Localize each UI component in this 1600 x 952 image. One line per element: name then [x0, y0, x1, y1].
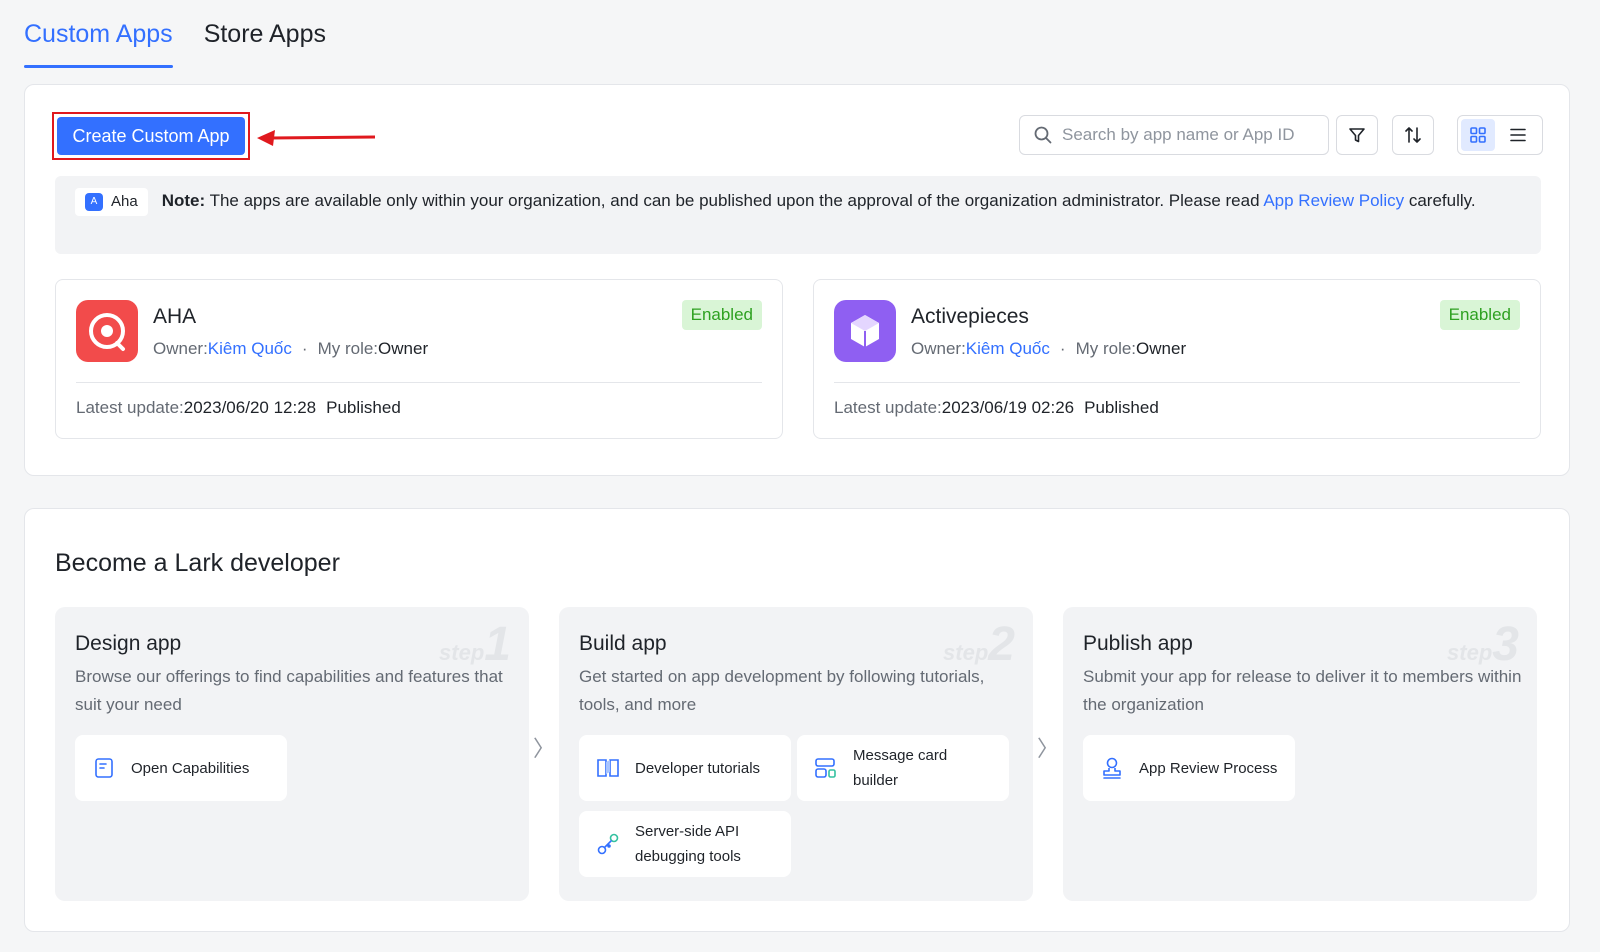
developer-panel: Become a Lark developer Design app step1… — [24, 508, 1570, 932]
create-button-highlight: Create Custom App — [52, 112, 250, 160]
grid-view-button[interactable] — [1461, 119, 1495, 151]
update-value: 2023/06/19 02:26 — [941, 398, 1075, 417]
search-icon — [1034, 126, 1052, 144]
app-footer: Latest update:2023/06/20 12:28 Published — [76, 395, 401, 421]
separator-dot: · — [301, 339, 308, 358]
role-value: Owner — [1136, 339, 1187, 358]
update-label: Latest update: — [76, 398, 184, 417]
tool-label: App Review Process — [1139, 759, 1278, 777]
divider — [76, 382, 762, 383]
tool-developer-tutorials[interactable]: Developer tutorials — [579, 735, 791, 801]
search-input[interactable] — [1062, 125, 1322, 145]
list-view-icon — [1510, 128, 1526, 142]
org-note: A Aha Note: The apps are available only … — [55, 176, 1541, 254]
app-review-policy-link[interactable]: App Review Policy — [1263, 191, 1404, 210]
tool-server-api-debugging[interactable]: Server-side API debugging tools — [579, 811, 791, 877]
step-description: Submit your app for release to deliver i… — [1083, 667, 1522, 714]
app-card-activepieces[interactable]: Activepieces Owner:Kiêm Quốc · My role:Own… — [813, 279, 1541, 439]
role-label: My role: — [1075, 339, 1137, 358]
tool-app-review-process[interactable]: App Review Process — [1083, 735, 1295, 801]
role-value: Owner — [378, 339, 429, 358]
view-toggle — [1457, 115, 1543, 155]
update-label: Latest update: — [834, 398, 942, 417]
org-tag: A Aha — [75, 187, 148, 216]
cube-app-icon — [834, 300, 896, 362]
step-card-build: Build app step2 Get started on app devel… — [559, 607, 1033, 901]
api-debug-icon — [595, 831, 621, 857]
tool-message-card-builder[interactable]: Message card builder — [797, 735, 1009, 801]
tab-bar: Custom Apps Store Apps — [24, 16, 326, 68]
tool-label: Message card builder — [853, 747, 948, 789]
org-avatar-icon: A — [85, 192, 103, 211]
divider — [834, 382, 1520, 383]
chevron-right-icon: 〉 — [533, 736, 556, 761]
tab-store-apps[interactable]: Store Apps — [204, 16, 326, 68]
sort-icon — [1405, 127, 1421, 143]
book-icon — [595, 755, 621, 781]
step-title: Build app — [579, 632, 667, 655]
step-badge: step3 — [1447, 618, 1519, 671]
step-card-design: Design app step1 Browse our offerings to… — [55, 607, 529, 901]
tool-label: Server-side API debugging tools — [635, 823, 741, 865]
search-box[interactable] — [1019, 115, 1329, 155]
grid-view-icon — [1470, 127, 1486, 143]
step-description: Browse our offerings to find capabilitie… — [75, 667, 503, 714]
app-name: Activepieces — [911, 305, 1029, 328]
owner-label: Owner: — [911, 339, 966, 358]
update-value: 2023/06/20 12:28 — [183, 398, 317, 417]
owner-link[interactable]: Kiêm Quốc — [966, 339, 1050, 358]
tool-label: Developer tutorials — [635, 759, 761, 777]
step-badge: step1 — [439, 618, 511, 671]
step-title: Design app — [75, 632, 182, 655]
chevron-right-icon: 〉 — [1037, 736, 1060, 761]
review-stamp-icon — [1099, 755, 1125, 781]
section-title: Become a Lark developer — [55, 549, 340, 577]
filter-button[interactable] — [1336, 115, 1378, 155]
list-view-button[interactable] — [1501, 119, 1535, 151]
filter-icon — [1349, 128, 1365, 143]
note-prefix: Note: — [161, 191, 206, 210]
custom-apps-panel: Create Custom App A Aha Note: The apps a… — [24, 84, 1570, 476]
step-badge: step2 — [943, 618, 1015, 671]
org-name: Aha — [111, 193, 138, 211]
note-suffix: carefully. — [1404, 191, 1476, 210]
app-footer: Latest update:2023/06/19 02:26 Published — [834, 395, 1159, 421]
owner-label: Owner: — [153, 339, 208, 358]
step-card-publish: Publish app step3 Submit your app for re… — [1063, 607, 1537, 901]
create-custom-app-button[interactable]: Create Custom App — [57, 117, 245, 155]
app-meta: Owner:Kiêm Quốc · My role:Owner — [153, 336, 428, 362]
app-name: AHA — [153, 305, 197, 328]
app-meta: Owner:Kiêm Quốc · My role:Owner — [911, 336, 1186, 362]
role-label: My role: — [317, 339, 379, 358]
status-badge: Enabled — [681, 300, 762, 330]
step-description: Get started on app development by follow… — [579, 667, 985, 714]
tab-custom-apps[interactable]: Custom Apps — [24, 16, 173, 68]
document-icon — [91, 755, 117, 781]
note-text: The apps are available only within your … — [205, 191, 1264, 210]
tool-open-capabilities[interactable]: Open Capabilities — [75, 735, 287, 801]
separator-dot: · — [1059, 339, 1066, 358]
publish-status: Published — [1084, 398, 1159, 417]
tool-label: Open Capabilities — [131, 759, 250, 777]
card-builder-icon — [813, 755, 839, 781]
aha-app-icon — [76, 300, 138, 362]
sort-button[interactable] — [1392, 115, 1434, 155]
annotation-arrow-icon — [257, 130, 376, 146]
status-badge: Enabled — [1439, 300, 1520, 330]
publish-status: Published — [326, 398, 401, 417]
step-title: Publish app — [1083, 632, 1193, 655]
owner-link[interactable]: Kiêm Quốc — [208, 339, 292, 358]
app-card-aha[interactable]: AHA Owner:Kiêm Quốc · My role:Owner Enable… — [55, 279, 783, 439]
